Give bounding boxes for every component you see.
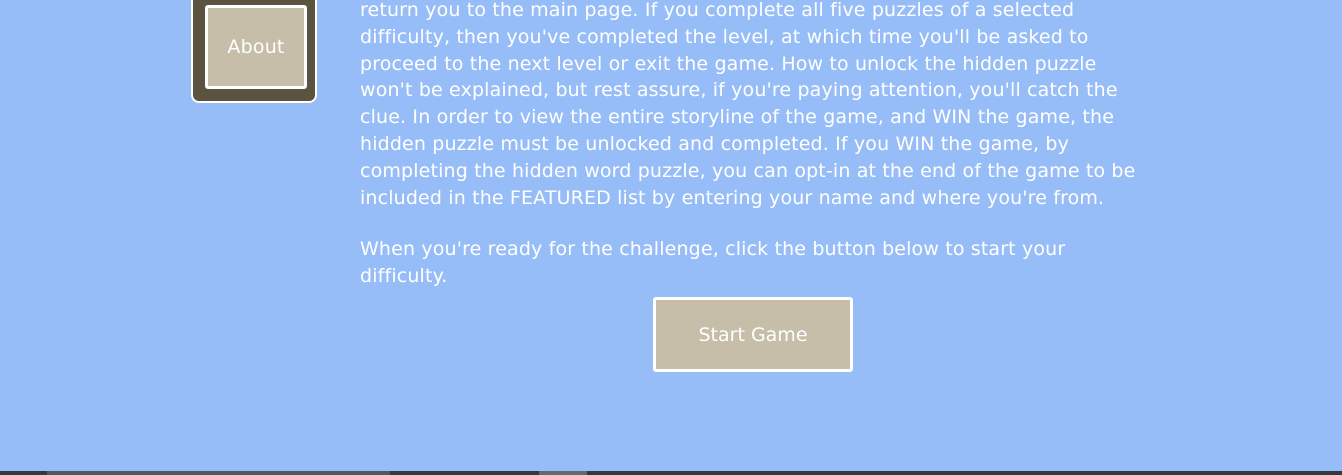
bottom-scroll-strip	[0, 471, 1342, 475]
start-game-button[interactable]: Start Game	[653, 297, 853, 372]
about-button[interactable]: About	[205, 5, 307, 89]
strip-segment	[47, 471, 390, 475]
ready-prompt: When you're ready for the challenge, cli…	[360, 238, 1066, 288]
strip-segment	[539, 471, 587, 475]
nav-panel: About	[191, 0, 317, 103]
instructions-text: return you to the main page. If you comp…	[360, 0, 1145, 290]
game-page: About return you to the main page. If yo…	[0, 0, 1342, 475]
instructions-paragraph: return you to the main page. If you comp…	[360, 0, 1136, 209]
